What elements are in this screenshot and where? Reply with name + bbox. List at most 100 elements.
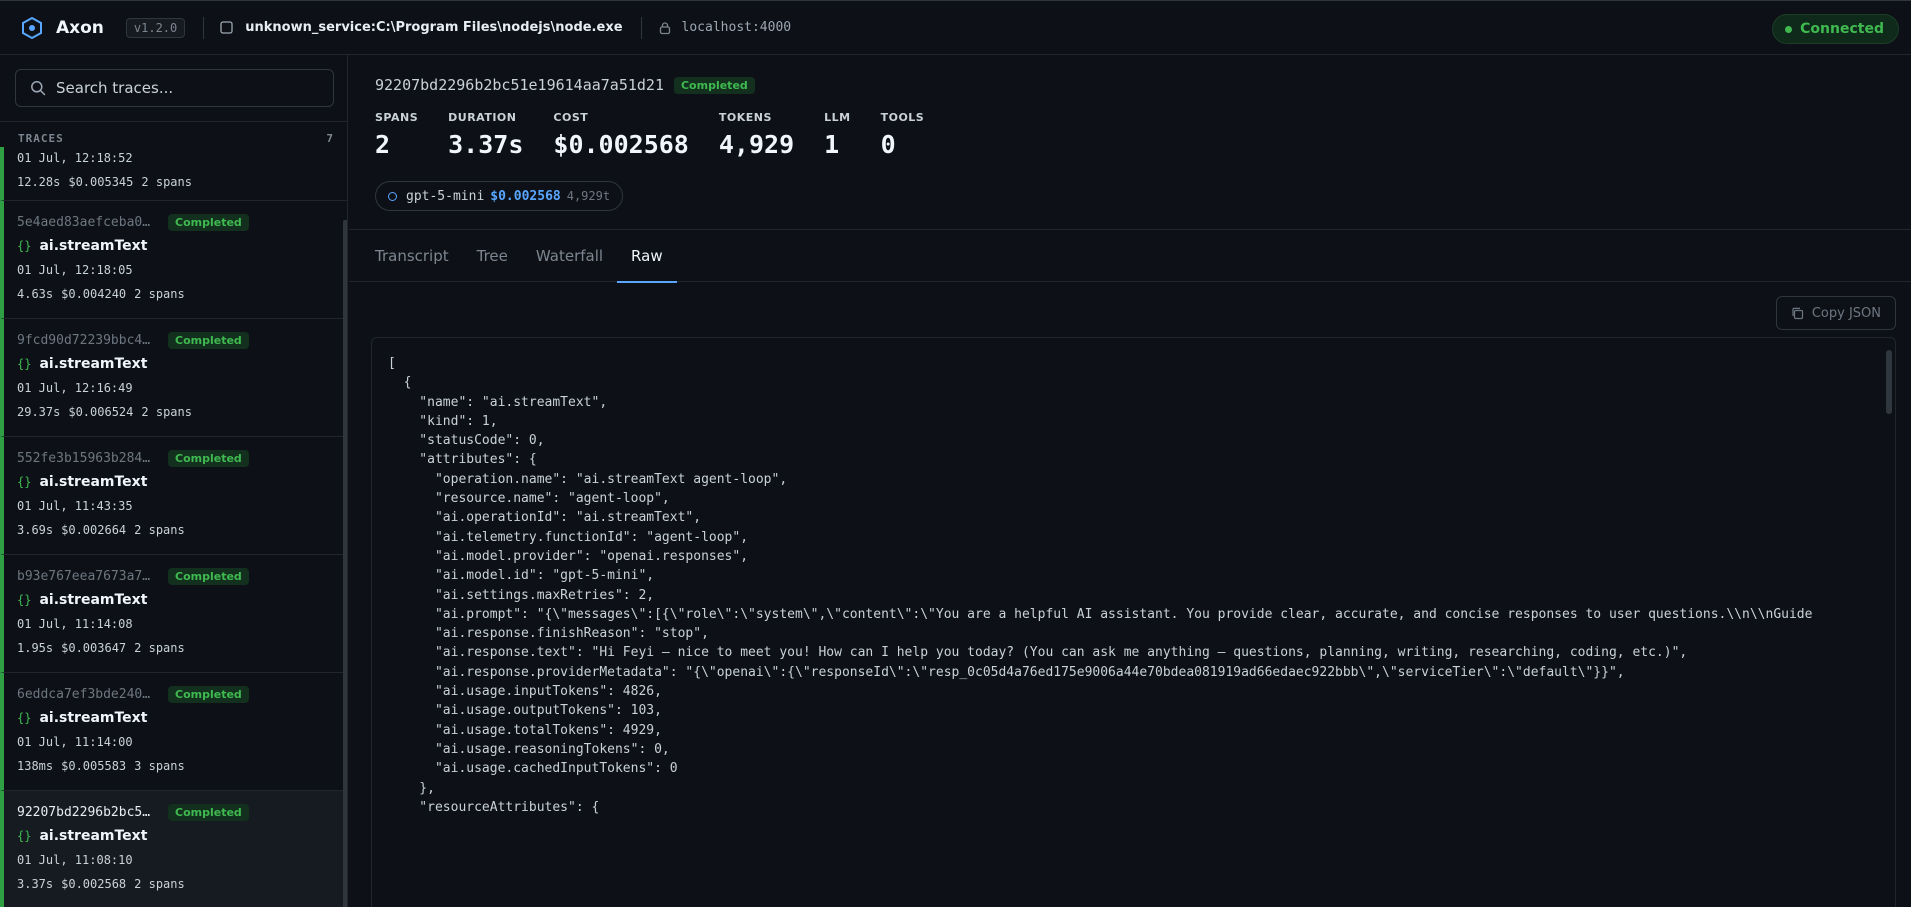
stat-value: 1: [824, 130, 840, 159]
tab-transcript[interactable]: Transcript: [375, 230, 449, 282]
status-badge: Completed: [168, 568, 249, 585]
sidebar-scrollbar[interactable]: [343, 220, 347, 907]
code-line: [: [388, 356, 396, 371]
status-badge: Completed: [673, 76, 755, 94]
trace-name-label: ai.streamText: [39, 592, 148, 608]
search-input[interactable]: [56, 79, 316, 97]
code-line: "ai.usage.totalTokens": 4929,: [388, 722, 662, 738]
trace-id: 6eddca7ef3bde240…: [17, 687, 151, 702]
json-code: [ { "name": "ai.streamText", "kind": 1, …: [388, 354, 1812, 817]
lock-icon: [658, 21, 672, 35]
code-line: "operation.name": "ai.streamText agent-l…: [388, 471, 788, 487]
tab-tree[interactable]: Tree: [477, 230, 508, 282]
detail-tabs: Transcript Tree Waterfall Raw: [349, 229, 1911, 283]
service-label: unknown_service:C:\Program Files\nodejs\…: [245, 20, 623, 35]
trace-cost: $0.002664: [61, 523, 127, 537]
trace-name: {} ai.streamText: [17, 710, 147, 726]
code-line: "ai.model.provider": "openai.responses",: [388, 548, 749, 564]
trace-id: 5e4aed83aefceba0…: [17, 215, 151, 230]
status-badge: Completed: [168, 804, 249, 821]
code-line: "ai.response.text": "Hi Feyi — nice to m…: [388, 645, 1688, 661]
trace-item-selected[interactable]: 92207bd2296b2bc5… Completed {} ai.streamTe…: [0, 791, 347, 907]
trace-time: 01 Jul, 11:43:35: [17, 499, 133, 513]
service-name: unknown_service:C:\Program Files\nodejs\…: [220, 20, 623, 35]
braces-icon: {}: [17, 475, 32, 489]
trace-name-label: ai.streamText: [39, 828, 148, 844]
trace-item[interactable]: 01 Jul, 12:18:52 12.28s $0.005345 2 spans: [0, 147, 347, 201]
braces-icon: {}: [17, 239, 32, 253]
code-scrollbar[interactable]: [1886, 350, 1892, 414]
sidebar-divider: [0, 121, 347, 122]
trace-meta: 29.37s $0.006524 2 spans: [17, 405, 200, 419]
trace-item[interactable]: 6eddca7ef3bde240… Completed {} ai.streamTe…: [0, 673, 347, 791]
trace-item[interactable]: 552fe3b15963b284… Completed {} ai.streamTe…: [0, 437, 347, 555]
search-box[interactable]: [15, 69, 334, 107]
search-icon: [30, 80, 46, 96]
copy-icon: [1791, 307, 1804, 320]
trace-id: 552fe3b15963b284…: [17, 451, 151, 466]
model-tokens: 4,929t: [566, 189, 611, 203]
stats-row: SPANS 2 DURATION 3.37s COST $0.002568 TOKEN…: [375, 111, 954, 159]
trace-spans: 3 spans: [134, 759, 185, 773]
trace-detail-panel: 92207bd2296b2bc51e19614aa7a51d21 Complet…: [349, 55, 1911, 907]
traces-count: 7: [326, 132, 334, 145]
code-line: "statusCode": 0,: [388, 433, 545, 449]
stat-value: 4,929: [718, 130, 795, 159]
host-name: localhost:4000: [658, 20, 791, 35]
copy-json-button[interactable]: Copy JSON: [1775, 296, 1896, 330]
trace-cost: $0.006524: [68, 405, 134, 419]
traces-sidebar: TRACES 7 01 Jul, 12:18:52 12.28s $0.00534…: [0, 55, 348, 907]
trace-time: 01 Jul, 11:14:08: [17, 617, 133, 631]
trace-id: 9fcd90d72239bbc4…: [17, 333, 151, 348]
trace-time: 01 Jul, 11:14:00: [17, 735, 133, 749]
code-line: "resource.name": "agent-loop",: [388, 491, 670, 507]
trace-item[interactable]: 9fcd90d72239bbc4… Completed {} ai.streamTe…: [0, 319, 347, 437]
code-line: "ai.settings.maxRetries": 2,: [388, 587, 655, 603]
circle-dot-icon: [388, 191, 397, 201]
code-line: "ai.response.providerMetadata": "{\"open…: [388, 664, 1625, 680]
code-line: "ai.usage.inputTokens": 4826,: [388, 684, 662, 700]
trace-time: 01 Jul, 11:08:10: [17, 853, 133, 867]
code-line: {: [388, 375, 412, 391]
stat-label: TOOLS: [880, 111, 925, 124]
code-line: "attributes": {: [388, 452, 537, 468]
stat-label: COST: [553, 111, 589, 124]
traces-label: TRACES: [18, 132, 64, 145]
stat-duration: DURATION 3.37s: [448, 111, 523, 159]
stat-value: 0: [880, 130, 896, 159]
trace-meta: 4.63s $0.004240 2 spans: [17, 287, 193, 301]
code-line: "name": "ai.streamText",: [388, 394, 608, 410]
trace-duration: 3.69s: [17, 523, 54, 537]
braces-icon: {}: [17, 711, 32, 725]
tab-raw[interactable]: Raw: [617, 230, 677, 283]
stat-value: 3.37s: [448, 130, 524, 159]
braces-icon: {}: [17, 593, 32, 607]
top-header: Axon v1.2.0 unknown_service:C:\Program F…: [0, 0, 1911, 55]
model-name: gpt-5-mini: [406, 188, 485, 204]
trace-name-label: ai.streamText: [39, 710, 148, 726]
trace-id: 92207bd2296b2bc5…: [17, 805, 151, 820]
trace-name: {} ai.streamText: [17, 592, 147, 608]
trace-item[interactable]: 5e4aed83aefceba0… Completed {} ai.streamTe…: [0, 201, 347, 319]
trace-spans: 2 spans: [141, 175, 192, 189]
connection-status-label: Connected: [1800, 21, 1884, 37]
trace-meta: 138ms $0.005583 3 spans: [17, 759, 193, 773]
code-line: "ai.usage.outputTokens": 103,: [388, 703, 662, 719]
trace-meta: 12.28s $0.005345 2 spans: [17, 175, 200, 189]
trace-id: b93e767eea7673a7…: [17, 569, 151, 584]
trace-item[interactable]: b93e767eea7673a7… Completed {} ai.streamTe…: [0, 555, 347, 673]
connection-status-badge: Connected: [1772, 14, 1899, 44]
tab-waterfall[interactable]: Waterfall: [536, 230, 603, 282]
model-chip[interactable]: gpt-5-mini $0.002568 4,929t: [375, 181, 624, 211]
hexagon-logo-icon: [20, 16, 44, 40]
code-line: "ai.usage.reasoningTokens": 0,: [388, 741, 670, 757]
trace-title: 92207bd2296b2bc51e19614aa7a51d21 Complet…: [375, 76, 755, 94]
code-line: "ai.operationId": "ai.streamText",: [388, 510, 702, 526]
stat-label: SPANS: [375, 111, 419, 124]
trace-meta: 1.95s $0.003647 2 spans: [17, 641, 193, 655]
trace-spans: 2 spans: [134, 287, 185, 301]
code-line: },: [388, 780, 435, 796]
status-badge: Completed: [168, 214, 249, 231]
stat-value: $0.002568: [553, 130, 689, 159]
version-badge: v1.2.0: [125, 17, 186, 38]
